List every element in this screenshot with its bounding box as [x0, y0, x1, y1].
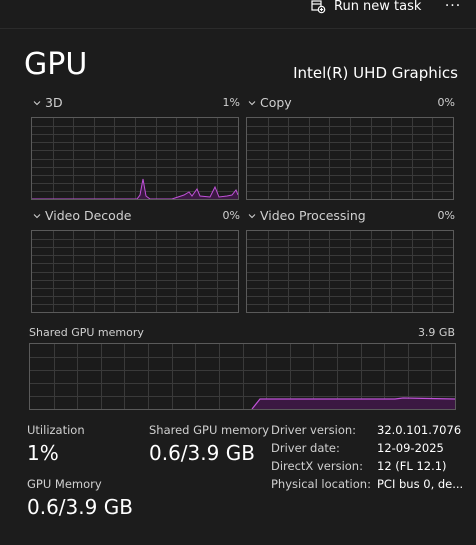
engine-header-video-processing: Video Processing 0%	[248, 208, 455, 224]
physical-location-label: Physical location:	[271, 477, 371, 491]
shared-memory-value: 0.6/3.9 GB	[149, 441, 255, 465]
run-new-task-label: Run new task	[334, 0, 422, 14]
driver-date-label: Driver date:	[271, 441, 340, 455]
engine-selector-copy[interactable]: Copy	[248, 95, 292, 111]
shared-memory-area	[252, 399, 455, 409]
engine-header-3d: 3D 1%	[33, 95, 240, 111]
shared-memory-graph-max: 3.9 GB	[417, 326, 455, 339]
driver-version-value: 32.0.101.7076	[377, 423, 462, 437]
shared-memory-label: Shared GPU memory	[149, 423, 270, 437]
shared-memory-graph-label: Shared GPU memory	[29, 326, 144, 339]
more-icon: ···	[444, 0, 462, 14]
gpu-memory-value: 0.6/3.9 GB	[27, 495, 133, 519]
driver-version-label: Driver version:	[271, 423, 357, 437]
chevron-down-icon	[248, 214, 256, 219]
more-options-button[interactable]: ···	[441, 0, 465, 14]
utilization-label: Utilization	[27, 423, 85, 437]
driver-date-value: 12-09-2025	[377, 441, 444, 455]
engine-name: 3D	[45, 95, 63, 110]
physical-location-value: PCI bus 0, de...	[377, 477, 464, 491]
engine-name: Video Processing	[260, 208, 366, 223]
chevron-down-icon	[33, 214, 41, 219]
engine-name: Video Decode	[45, 208, 132, 223]
engine-header-video-decode: Video Decode 0%	[33, 208, 240, 224]
gpu-performance-panel: Run new task ··· GPU Intel(R) UHD Graphi…	[0, 0, 476, 545]
engine-selector-3d[interactable]: 3D	[33, 95, 63, 111]
directx-version-value: 12 (FL 12.1)	[377, 459, 447, 473]
device-name: Intel(R) UHD Graphics	[293, 64, 458, 82]
engine-header-copy: Copy 0%	[248, 95, 455, 111]
run-new-task-button[interactable]: Run new task	[310, 0, 421, 16]
directx-version-label: DirectX version:	[271, 459, 363, 473]
engine-utilization: 1%	[222, 96, 240, 109]
shared-memory-graph	[29, 343, 456, 410]
chevron-down-icon	[248, 101, 256, 106]
engine-name: Copy	[260, 95, 292, 110]
engine-selector-video-decode[interactable]: Video Decode	[33, 208, 131, 224]
engine-graph-video-processing	[246, 230, 454, 313]
engine-utilization: 0%	[437, 209, 455, 222]
engine-graph-3d	[31, 117, 239, 200]
page-title: GPU	[24, 47, 88, 82]
engine-selector-video-processing[interactable]: Video Processing	[248, 208, 366, 224]
toolbar: Run new task ···	[0, 0, 476, 28]
engine-utilization: 0%	[437, 96, 455, 109]
engine-utilization: 0%	[222, 209, 240, 222]
run-task-icon	[311, 0, 326, 14]
engine-graph-video-decode	[31, 230, 239, 313]
chevron-down-icon	[33, 101, 41, 106]
shared-memory-graph-header: Shared GPU memory 3.9 GB	[29, 325, 455, 341]
toolbar-divider	[0, 28, 476, 29]
utilization-value: 1%	[27, 441, 59, 465]
engine-graph-copy	[246, 117, 454, 200]
gpu-memory-label: GPU Memory	[27, 477, 102, 491]
